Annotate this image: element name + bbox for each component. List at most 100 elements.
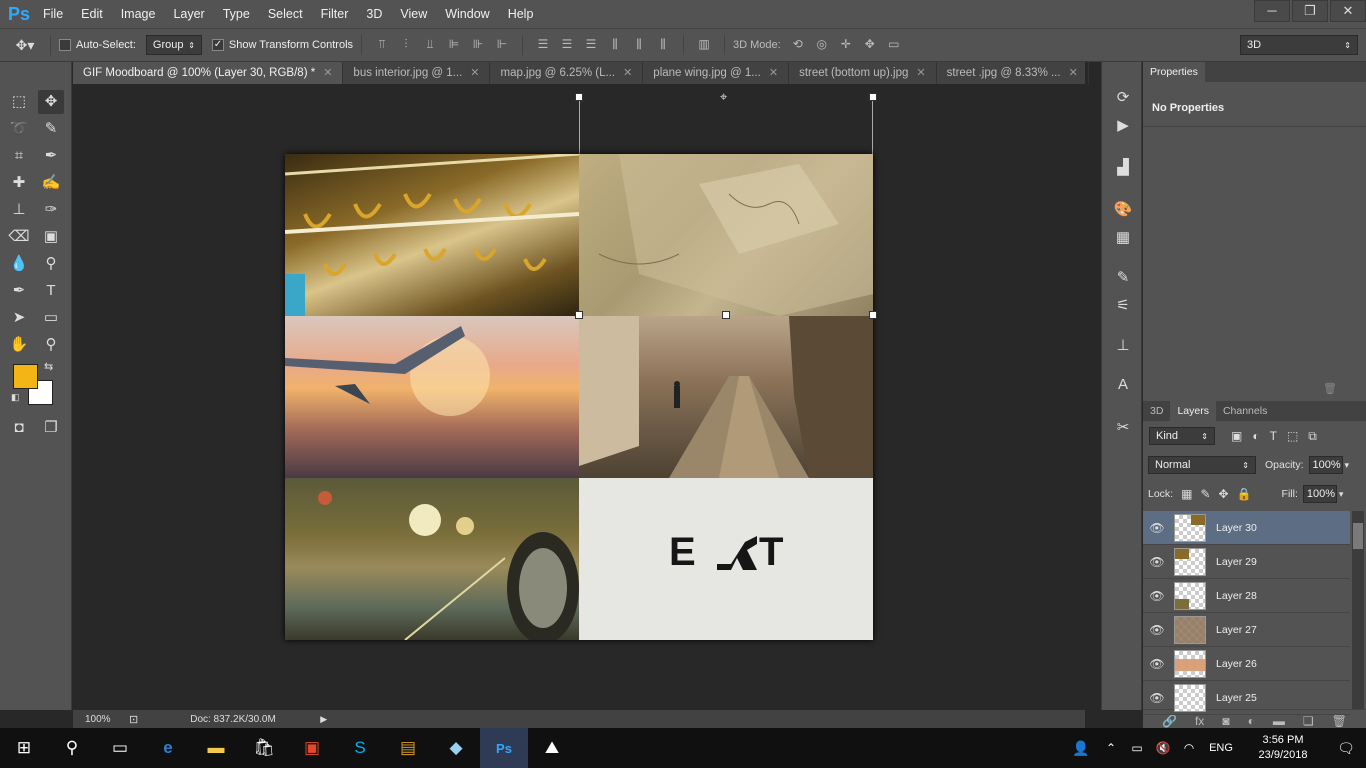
clone-stamp-tool-icon[interactable]: ⊥	[6, 198, 32, 222]
menu-view[interactable]: View	[391, 0, 436, 28]
wifi-icon[interactable]: ◠	[1176, 728, 1202, 768]
close-tab-icon[interactable]: ✕	[323, 62, 332, 84]
notes-app-icon[interactable]: ◆	[432, 728, 480, 768]
tools-preset-panel-icon[interactable]: ✂	[1112, 418, 1134, 438]
blend-mode-dropdown[interactable]: Normal ⇕	[1148, 456, 1256, 474]
3d-camera-icon[interactable]: ▭	[885, 37, 903, 53]
swatches-panel-icon[interactable]: ▦	[1112, 228, 1134, 248]
menu-filter[interactable]: Filter	[312, 0, 358, 28]
tab-map[interactable]: map.jpg @ 6.25% (L... ✕	[490, 62, 644, 84]
menu-image[interactable]: Image	[112, 0, 165, 28]
close-tab-icon[interactable]: ✕	[1069, 62, 1078, 84]
dodge-tool-icon[interactable]: ⚲	[38, 252, 64, 276]
character-panel-icon[interactable]: A	[1112, 376, 1134, 396]
marquee-tool-icon[interactable]: ⬚	[6, 90, 32, 114]
3d-roll-icon[interactable]: ◎	[813, 37, 831, 53]
healing-brush-tool-icon[interactable]: ✚	[6, 171, 32, 195]
color-panel-icon[interactable]: 🎨	[1112, 200, 1134, 220]
battery-icon[interactable]: ▭	[1124, 728, 1150, 768]
align-left-icon[interactable]: ⊫	[445, 37, 463, 53]
people-icon[interactable]: 👤	[1064, 728, 1098, 768]
skype-icon[interactable]: S	[336, 728, 384, 768]
align-vcenter-icon[interactable]: ⫶	[397, 37, 415, 53]
auto-align-icon[interactable]: ▥	[695, 37, 713, 53]
fx-icon[interactable]: fx	[1195, 714, 1204, 728]
layer-row[interactable]: 👁 Layer 30	[1143, 511, 1350, 545]
lock-all-icon[interactable]: 🔒	[1237, 487, 1252, 501]
rectangle-tool-icon[interactable]: ▭	[38, 306, 64, 330]
auto-select-target-dropdown[interactable]: Group ⇕	[145, 35, 202, 55]
layers-scrollbar[interactable]	[1352, 511, 1364, 709]
tab-street[interactable]: street .jpg @ 8.33% ... ✕	[937, 62, 1089, 84]
brush-presets-panel-icon[interactable]: ⚟	[1112, 296, 1134, 316]
photo-app-icon[interactable]: ▣	[288, 728, 336, 768]
notifications-icon[interactable]: 🗨	[1326, 728, 1366, 768]
menu-layer[interactable]: Layer	[164, 0, 213, 28]
layer-row[interactable]: 👁 Layer 28	[1143, 579, 1350, 613]
tab-layers[interactable]: Layers	[1170, 401, 1216, 421]
hand-tool-icon[interactable]: ✋	[6, 333, 32, 357]
filter-kind-dropdown[interactable]: Kind ⇕	[1149, 427, 1215, 445]
status-menu-arrow-icon[interactable]: ▶	[320, 714, 327, 725]
default-colors-icon[interactable]: ◧	[11, 392, 20, 403]
photoshop-taskbar-icon[interactable]: Ps	[480, 728, 528, 768]
filter-adjustment-icon[interactable]: ◐	[1252, 429, 1259, 443]
visibility-eye-icon[interactable]: 👁	[1143, 589, 1171, 603]
3d-drag-icon[interactable]: ✛	[837, 37, 855, 53]
menu-select[interactable]: Select	[259, 0, 312, 28]
swap-colors-icon[interactable]: ⇆	[44, 360, 53, 373]
brush-tool-icon[interactable]: ✍	[38, 171, 64, 195]
move-tool-icon[interactable]: ✥	[38, 90, 64, 114]
visibility-eye-icon[interactable]: 👁	[1143, 691, 1171, 705]
search-icon[interactable]: ⚲	[48, 728, 96, 768]
visibility-eye-icon[interactable]: 👁	[1143, 657, 1171, 671]
foreground-color-swatch[interactable]	[13, 364, 38, 389]
filter-shape-icon[interactable]: ⬚	[1287, 429, 1298, 443]
align-right-icon[interactable]: ⊩	[493, 37, 511, 53]
task-view-icon[interactable]: ▭	[96, 728, 144, 768]
history-panel-icon[interactable]: ⟳	[1112, 88, 1134, 108]
3d-slide-icon[interactable]: ✥	[861, 37, 879, 53]
distribute-bottom-icon[interactable]: ☰	[582, 37, 600, 53]
path-selection-tool-icon[interactable]: ➤	[6, 306, 32, 330]
distribute-left-icon[interactable]: ⫼	[606, 37, 624, 53]
close-tab-icon[interactable]: ✕	[769, 62, 778, 84]
photos-app-icon[interactable]: ⛰	[528, 728, 576, 768]
document-canvas[interactable]: E T	[285, 154, 873, 640]
show-hidden-icons-icon[interactable]: ⌃	[1098, 728, 1124, 768]
clone-source-panel-icon[interactable]: ⊥	[1112, 336, 1134, 356]
layer-row[interactable]: 👁 Layer 29	[1143, 545, 1350, 579]
fill-dropdown-arrow-icon[interactable]: ▾	[1339, 489, 1344, 500]
menu-type[interactable]: Type	[214, 0, 259, 28]
scrollbar-thumb[interactable]	[1353, 523, 1363, 549]
lock-transparent-icon[interactable]: ▦	[1181, 487, 1192, 501]
quick-select-tool-icon[interactable]: ✎	[38, 117, 64, 141]
distribute-hcenter-icon[interactable]: ⫼	[630, 37, 648, 53]
opacity-field[interactable]: 100%	[1308, 456, 1343, 474]
link-layers-icon[interactable]: 🔗	[1162, 714, 1177, 728]
type-tool-icon[interactable]: T	[38, 279, 64, 303]
layer-row[interactable]: 👁 Layer 26	[1143, 647, 1350, 681]
visibility-eye-icon[interactable]: 👁	[1143, 623, 1171, 637]
distribute-vcenter-icon[interactable]: ☰	[558, 37, 576, 53]
canvas-area[interactable]: ⌖ E T	[73, 84, 1085, 710]
menu-file[interactable]: File	[34, 0, 72, 28]
layer-row[interactable]: 👁 Layer 25	[1143, 681, 1350, 715]
tab-channels[interactable]: Channels	[1216, 401, 1274, 421]
restore-button[interactable]: ❐	[1292, 0, 1328, 22]
screen-mode-icon[interactable]: ❐	[38, 416, 64, 440]
move-tool-preset-icon[interactable]: ✥▾	[11, 37, 39, 53]
lock-position-icon[interactable]: ✥	[1219, 487, 1229, 501]
fill-field[interactable]: 100%	[1302, 485, 1337, 503]
align-hcenter-icon[interactable]: ⊪	[469, 37, 487, 53]
filter-pixel-icon[interactable]: ▣	[1231, 429, 1242, 443]
lock-pixels-icon[interactable]: ✎	[1200, 487, 1210, 501]
histogram-panel-icon[interactable]: ▟	[1112, 158, 1134, 178]
auto-select-checkbox[interactable]	[59, 39, 71, 51]
tab-bus-interior[interactable]: bus interior.jpg @ 1... ✕	[343, 62, 491, 84]
layer-row[interactable]: 👁 Layer 27	[1143, 613, 1350, 647]
menu-3d[interactable]: 3D	[357, 0, 391, 28]
zoom-tool-icon[interactable]: ⚲	[38, 333, 64, 357]
align-top-icon[interactable]: ⫪	[373, 37, 391, 53]
transform-handle[interactable]	[722, 311, 730, 319]
